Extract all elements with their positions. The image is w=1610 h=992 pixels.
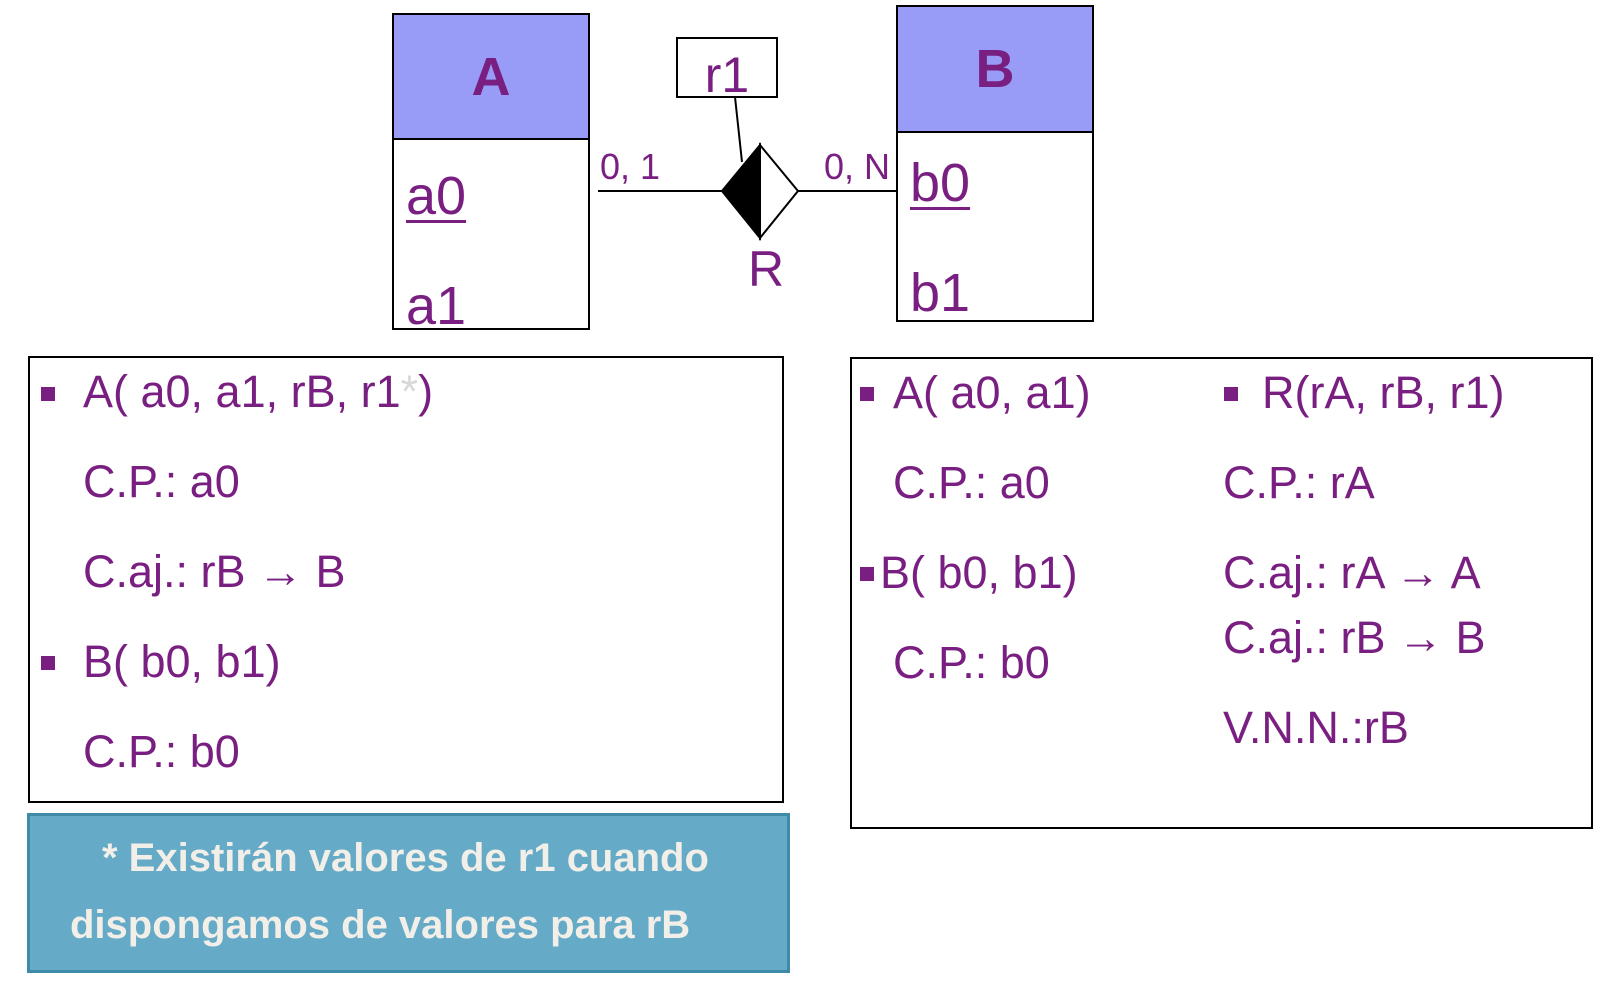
entity-b: B b0 b1 bbox=[896, 5, 1094, 323]
right-r-not-null: V.N.N.:rB bbox=[1223, 702, 1409, 753]
footnote-star: * bbox=[400, 366, 419, 417]
right-b-primary-key: C.P.: b0 bbox=[893, 637, 1050, 688]
left-relation-b: B( b0, b1) bbox=[83, 636, 281, 687]
right-r-primary-key: C.P.: rA bbox=[1223, 457, 1375, 508]
entity-b-header: B bbox=[898, 7, 1092, 133]
bullet-icon bbox=[860, 387, 874, 401]
right-relation-r: R(rA, rB, r1) bbox=[1262, 367, 1505, 418]
right-relation-a: A( a0, a1) bbox=[893, 367, 1091, 418]
left-a-foreign-key: C.aj.: rB → B bbox=[83, 546, 346, 597]
entity-a-attr: a1 bbox=[406, 276, 467, 336]
bullet-icon bbox=[1224, 387, 1238, 401]
right-a-primary-key: C.P.: a0 bbox=[893, 457, 1050, 508]
cardinality-b: 0, N bbox=[824, 146, 891, 187]
left-a-primary-key: C.P.: a0 bbox=[83, 456, 240, 507]
relationship-attribute-r1: r1 bbox=[676, 37, 778, 100]
connector-r1-r bbox=[734, 96, 743, 163]
entity-a-header: A bbox=[394, 15, 588, 140]
left-b-primary-key: C.P.: b0 bbox=[83, 726, 240, 777]
bullet-icon bbox=[41, 656, 55, 670]
left-relation-a: A( a0, a1, rB, r1*) bbox=[83, 366, 434, 417]
entity-a-name: A bbox=[471, 46, 511, 107]
cardinality-a: 0, 1 bbox=[600, 146, 661, 187]
relationship-diamond-right-half bbox=[759, 142, 800, 241]
relationship-name: R bbox=[748, 241, 785, 297]
footnote-line-1: * Existirán valores de r1 cuando bbox=[102, 836, 709, 880]
footnote-line-2: dispongamos de valores para rB bbox=[70, 903, 691, 947]
right-r-foreign-key-a: C.aj.: rA → A bbox=[1223, 547, 1481, 598]
right-panel: A( a0, a1) C.P.: a0 B( b0, b1) C.P.: b0 … bbox=[850, 357, 1593, 829]
bullet-icon bbox=[41, 387, 55, 401]
entity-b-attr: b1 bbox=[910, 263, 971, 323]
left-panel: A( a0, a1, rB, r1*) C.P.: a0 C.aj.: rB →… bbox=[28, 356, 784, 803]
entity-a-attr-key: a0 bbox=[406, 166, 467, 226]
entity-b-attr-key: b0 bbox=[910, 153, 971, 213]
bullet-icon bbox=[860, 567, 874, 581]
right-relation-b: B( b0, b1) bbox=[880, 547, 1078, 598]
right-r-foreign-key-b: C.aj.: rB → B bbox=[1223, 612, 1486, 663]
entity-b-name: B bbox=[975, 39, 1015, 99]
footnote-box: * Existirán valores de r1 cuando dispong… bbox=[27, 813, 790, 973]
entity-a: A a0 a1 bbox=[392, 13, 590, 336]
